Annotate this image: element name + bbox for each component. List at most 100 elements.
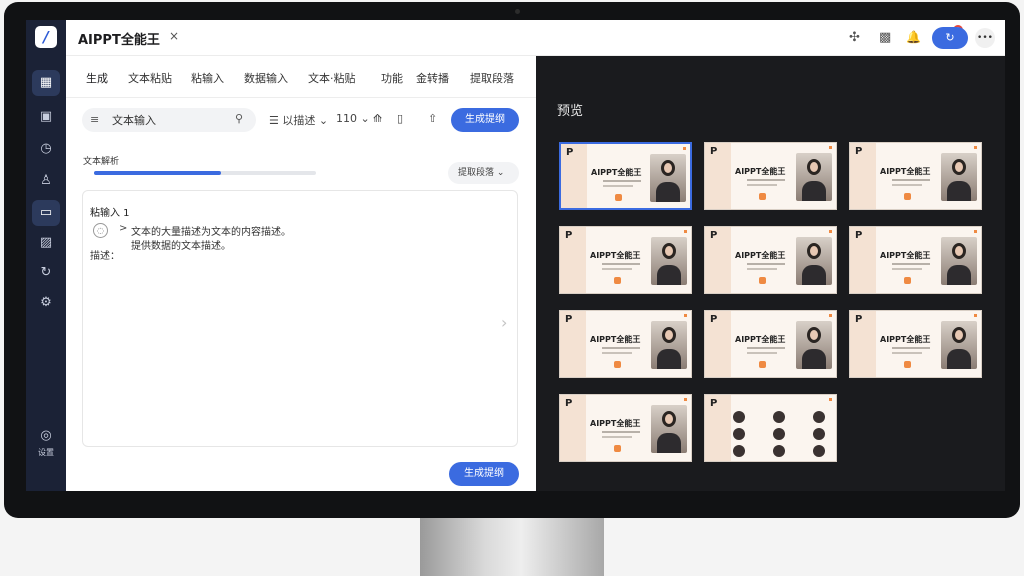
tab-generate[interactable]: 生成	[86, 70, 108, 86]
sync-button[interactable]: ↻	[932, 27, 968, 49]
slide-button	[759, 361, 766, 368]
generate-outline-button[interactable]: 生成提纲	[451, 108, 519, 132]
slide-title: AIPPT全能王	[590, 251, 641, 260]
slide-accent	[684, 398, 687, 401]
slide-photo	[796, 153, 832, 201]
portrait-dot	[773, 411, 785, 423]
input-label: 粘输入 1	[90, 208, 130, 219]
tab-paste-input[interactable]: 粘输入	[191, 70, 224, 86]
slide-thumbnail[interactable]: P	[704, 394, 837, 462]
text-line-1: 文本的大量描述为文本的内容描述。	[131, 227, 291, 238]
slide-stripe	[850, 143, 876, 209]
tab-broadcast[interactable]: 金转播	[416, 70, 449, 86]
slide-text-line	[602, 436, 632, 438]
chevron-right-icon[interactable]: >	[119, 223, 127, 234]
text-input-area[interactable]: 粘输入 1 ◌ > 文本的大量描述为文本的内容描述。 提供数据的文本描述。 描述…	[82, 190, 518, 447]
person-body	[802, 181, 826, 201]
slide-stripe	[705, 227, 731, 293]
person-body	[947, 265, 971, 285]
slide-thumbnail[interactable]: P AIPPT全能王	[704, 310, 837, 378]
search-input[interactable]	[112, 112, 230, 128]
slide-text-line	[602, 347, 640, 349]
slide-photo	[651, 321, 687, 369]
slide-thumbnail[interactable]: P AIPPT全能王	[559, 310, 692, 378]
slide-accent	[684, 230, 687, 233]
slide-accent	[974, 230, 977, 233]
slide-text-line	[603, 185, 633, 187]
left-rail: / ▦ ▣ ◷ ♙ ▭ ▨ ↻ ⚙ ◎ 设置	[26, 20, 66, 491]
slide-thumbnail[interactable]: P AIPPT全能王	[849, 226, 982, 294]
slide-accent	[829, 230, 832, 233]
slide-text-line	[747, 179, 785, 181]
slide-thumbnail[interactable]: P AIPPT全能王	[849, 142, 982, 210]
rail-user-icon[interactable]: ♙	[32, 168, 60, 194]
slide-title: AIPPT全能王	[591, 168, 642, 177]
slide-photo-grid	[715, 407, 827, 459]
rail-settings-icon[interactable]: ⚙	[32, 290, 60, 316]
slide-thumbnail[interactable]: P AIPPT全能王	[559, 142, 692, 210]
person-head	[662, 411, 676, 427]
search-icon[interactable]: ⚲	[235, 112, 243, 125]
tab-text-paste[interactable]: 文本粘贴	[128, 70, 172, 86]
slide-stripe	[560, 395, 586, 461]
slide-button	[614, 361, 621, 368]
more-icon[interactable]: •••	[975, 28, 995, 48]
text-line-2: 提供数据的文本描述。	[131, 241, 231, 252]
layout-dropdown[interactable]: ☰ 以描述 ⌄	[269, 112, 328, 128]
slide-thumbnail[interactable]: P AIPPT全能王	[849, 310, 982, 378]
slide-photo	[796, 321, 832, 369]
rail-briefcase-icon[interactable]: ▭	[32, 200, 60, 226]
rail-bottom-settings[interactable]: ◎ 设置	[26, 428, 66, 458]
slide-title: AIPPT全能王	[880, 335, 931, 344]
slide-stripe	[850, 311, 876, 377]
filter-icon[interactable]: ≡	[90, 113, 99, 126]
tab-data-input[interactable]: 数据输入	[244, 70, 288, 86]
scroll-right-icon[interactable]: ›	[501, 313, 507, 332]
copy-icon[interactable]: ▯	[397, 112, 403, 125]
format-icon[interactable]: ⟰	[373, 112, 382, 125]
portrait-dot	[733, 411, 745, 423]
slide-prefix: P	[566, 147, 574, 158]
slide-prefix: P	[565, 398, 573, 409]
progress-bar	[94, 171, 316, 175]
rail-template-icon[interactable]: ▣	[32, 104, 60, 130]
bell-icon[interactable]: 🔔	[906, 30, 921, 44]
rail-time-icon[interactable]: ◷	[32, 136, 60, 162]
slide-prefix: P	[565, 314, 573, 325]
tab-extract[interactable]: 提取段落	[470, 70, 514, 86]
portrait-dot	[733, 428, 745, 440]
progress-fill	[94, 171, 221, 175]
slide-text-line	[602, 352, 632, 354]
tab-text-paste-2[interactable]: 文本·粘贴	[308, 70, 356, 86]
slide-title: AIPPT全能王	[735, 167, 786, 176]
slide-thumbnail[interactable]: P AIPPT全能王	[704, 226, 837, 294]
close-icon[interactable]: ×	[169, 29, 179, 43]
rail-refresh-icon[interactable]: ↻	[32, 260, 60, 286]
slide-button	[904, 193, 911, 200]
rail-home-icon[interactable]: ▦	[32, 70, 60, 96]
generate-button[interactable]: 生成提纲	[449, 462, 519, 486]
slide-thumbnail[interactable]: P AIPPT全能王	[704, 142, 837, 210]
export-icon[interactable]: ⇧	[428, 112, 437, 125]
tab-function[interactable]: 功能	[381, 70, 403, 86]
rail-image-icon[interactable]: ▨	[32, 230, 60, 256]
portrait-dot	[773, 445, 785, 457]
gift-icon[interactable]: ▩	[879, 30, 891, 45]
slide-photo	[650, 154, 686, 202]
top-bar: AIPPT全能王 × ✣ ▩ 🔔 1 ↻ •••	[66, 20, 1005, 56]
person-body	[656, 182, 680, 202]
size-dropdown[interactable]: 110 ⌄	[336, 112, 370, 125]
preview-panel: 预览 P AIPPT全能王 P AIPPT全能王 P AIPPT全能王 P AIPPT全能王 P…	[536, 56, 1005, 491]
pin-icon[interactable]: ✣	[849, 30, 860, 45]
slide-thumbnail[interactable]: P AIPPT全能王	[559, 394, 692, 462]
slide-text-line	[747, 268, 777, 270]
slide-title: AIPPT全能王	[590, 419, 641, 428]
slide-button	[614, 277, 621, 284]
person-head	[952, 243, 966, 259]
person-body	[802, 265, 826, 285]
slide-thumbnail[interactable]: P AIPPT全能王	[559, 226, 692, 294]
slide-button	[614, 445, 621, 452]
extract-select[interactable]: 提取段落 ⌄	[448, 162, 519, 184]
slide-accent	[829, 314, 832, 317]
tab-bar: 生成 文本粘贴 粘输入 数据输入 文本·粘贴 功能 金转播 提取段落	[66, 56, 536, 98]
